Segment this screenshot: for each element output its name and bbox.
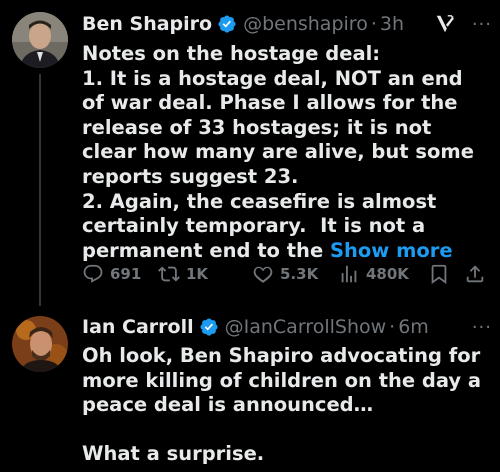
reply-button[interactable]: 691 <box>82 263 158 285</box>
tweet-text-content: Notes on the hostage deal: 1. It is a ho… <box>82 42 474 262</box>
tweet-header: Ben Shapiro @benshapiro · 3h ··· <box>82 12 492 36</box>
thread-line <box>39 74 41 306</box>
like-count: 5.3K <box>280 265 319 283</box>
tweet-2[interactable]: Ian Carroll @IanCarrollShow · 6m ··· Oh … <box>0 300 500 472</box>
author-name[interactable]: Ian Carroll <box>82 316 194 338</box>
more-options-icon[interactable]: ··· <box>472 317 492 338</box>
header-actions: ··· <box>434 12 492 36</box>
bookmark-button[interactable] <box>428 263 464 285</box>
avatar-ian-carroll[interactable] <box>12 316 68 372</box>
author-name[interactable]: Ben Shapiro <box>82 13 212 35</box>
tweet-text: Notes on the hostage deal: 1. It is a ho… <box>82 42 490 263</box>
tweet-1[interactable]: Ben Shapiro @benshapiro · 3h ··· Notes o… <box>0 0 500 306</box>
reply-count: 691 <box>110 265 142 283</box>
avatar-photo <box>12 12 68 68</box>
tweet-text: Oh look, Ben Shapiro advocating for more… <box>82 344 490 467</box>
author-handle[interactable]: @IanCarrollShow <box>225 316 387 338</box>
timestamp[interactable]: 3h <box>380 13 404 35</box>
separator-dot: · <box>389 316 396 338</box>
tweet-actions: 691 1K 5.3K 480K <box>82 258 492 290</box>
verified-badge-icon <box>200 318 218 336</box>
avatar-ben-shapiro[interactable] <box>12 12 68 68</box>
repost-icon <box>158 266 180 282</box>
like-button[interactable]: 5.3K <box>252 263 338 285</box>
header-actions: ··· <box>472 315 492 339</box>
share-button[interactable] <box>464 263 488 285</box>
grok-icon[interactable] <box>434 13 456 35</box>
avatar-photo <box>12 316 68 372</box>
reply-icon <box>83 264 103 283</box>
more-options-icon[interactable]: ··· <box>472 14 492 35</box>
tweet-header: Ian Carroll @IanCarrollShow · 6m ··· <box>82 315 492 339</box>
timestamp[interactable]: 6m <box>398 316 429 338</box>
heart-icon <box>253 266 273 283</box>
author-handle[interactable]: @benshapiro <box>243 13 368 35</box>
verified-badge-icon <box>218 15 236 33</box>
repost-button[interactable]: 1K <box>158 263 252 285</box>
views-count: 480K <box>366 265 409 283</box>
bookmark-icon <box>431 264 447 285</box>
repost-count: 1K <box>186 265 209 283</box>
separator-dot: · <box>370 13 377 35</box>
views-chart-icon <box>341 265 357 283</box>
tweet-text-content: Oh look, Ben Shapiro advocating for more… <box>82 344 482 466</box>
views-button[interactable]: 480K <box>338 263 428 285</box>
share-icon <box>466 265 484 283</box>
